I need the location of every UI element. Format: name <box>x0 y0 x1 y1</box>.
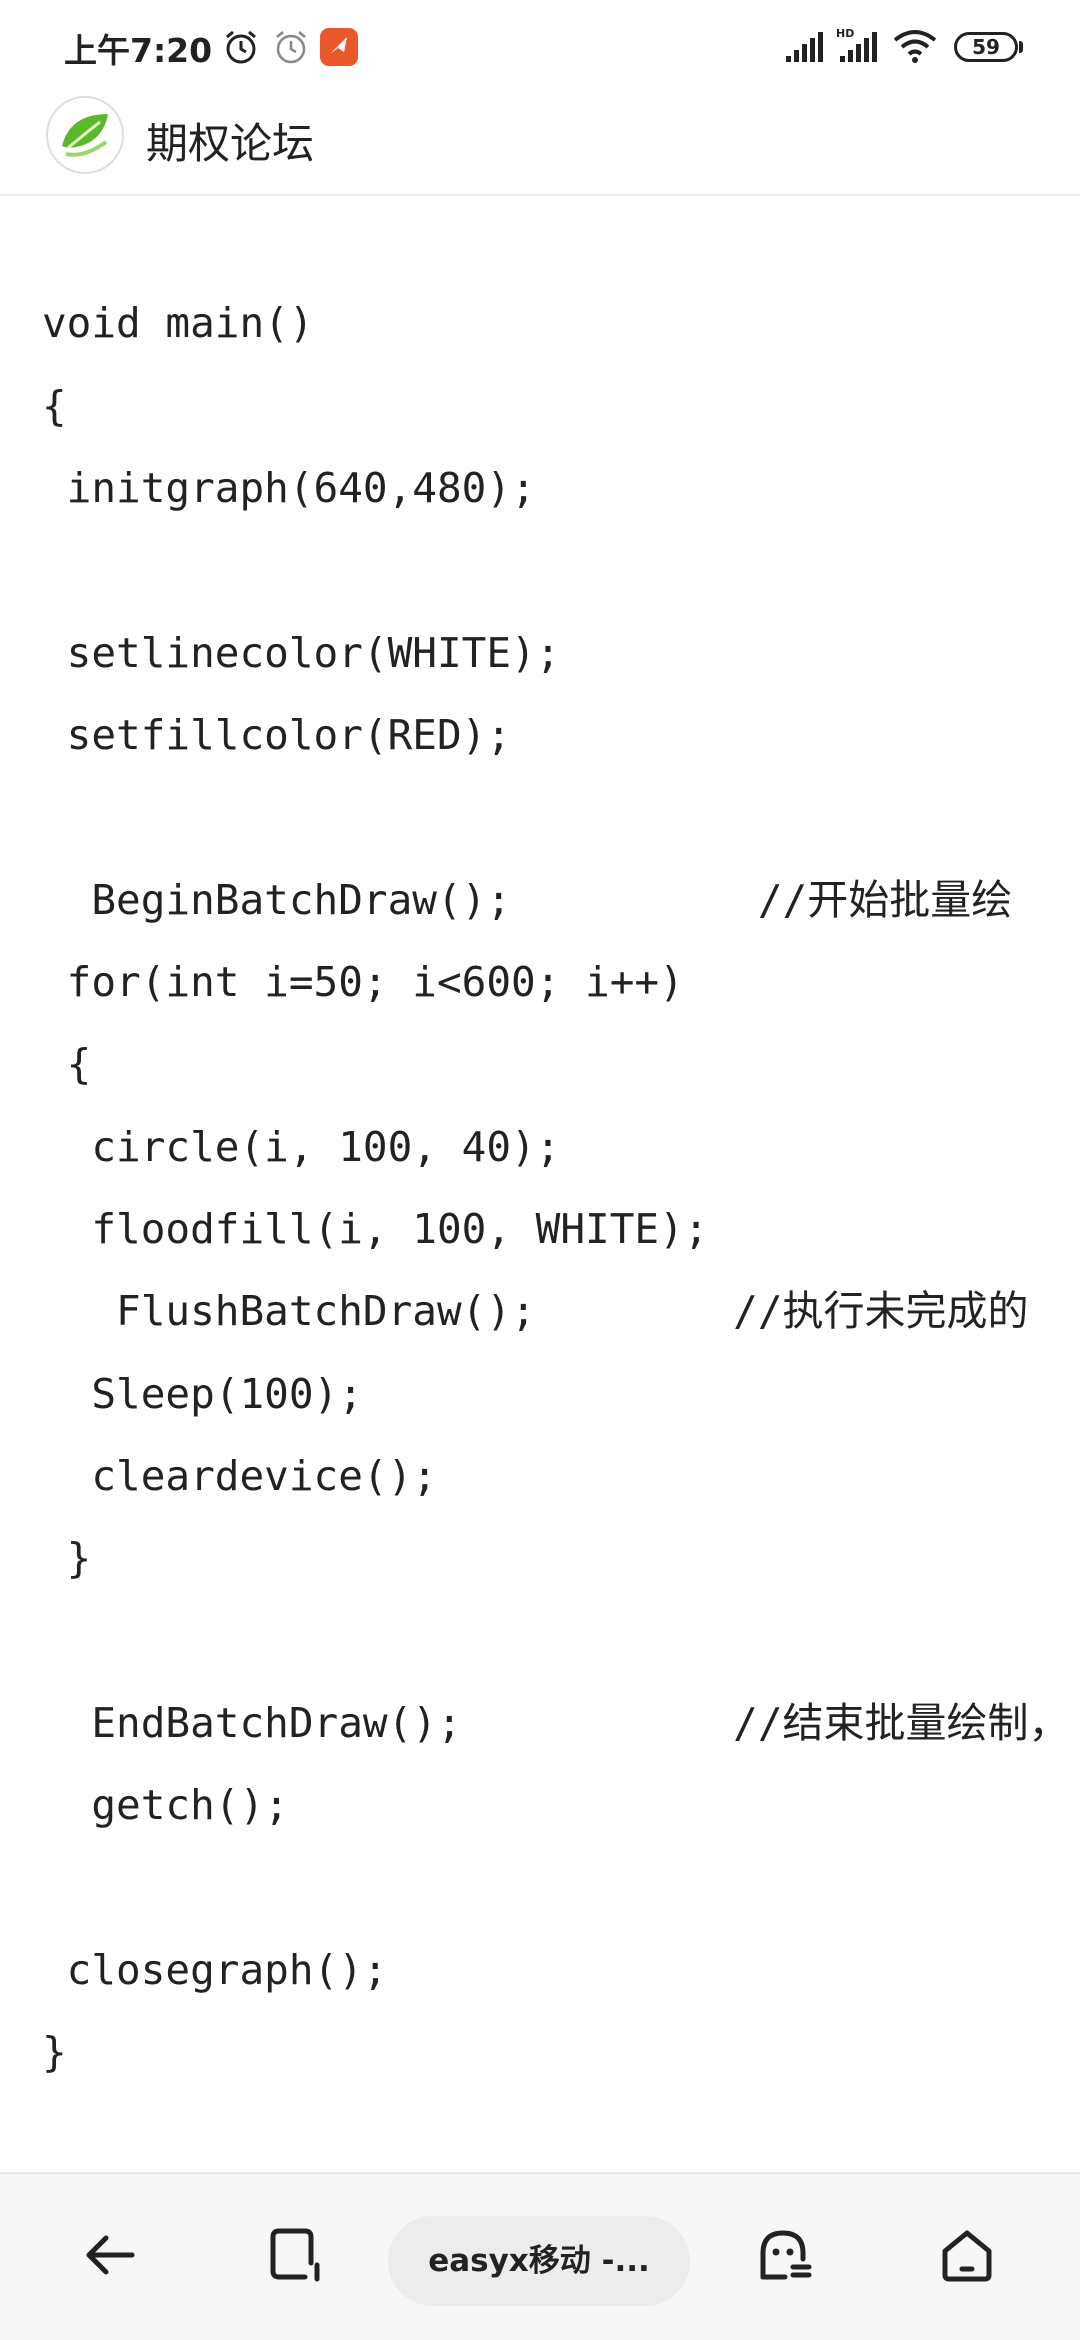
code-line: void main() <box>42 299 314 347</box>
signal-icon <box>784 30 824 68</box>
notification-app-icon <box>320 28 358 66</box>
tabs-button[interactable] <box>250 2210 340 2300</box>
code-line: setlinecolor(WHITE); <box>42 629 561 677</box>
alarm-clock-outline-icon <box>272 28 310 70</box>
code-line: for(int i=50; i<600; i++) <box>42 958 684 1006</box>
code-line: floodfill(i, 100, WHITE); <box>42 1205 709 1253</box>
code-line: FlushBatchDraw(); //执行未完成的 <box>42 1287 1029 1335</box>
assistant-button[interactable] <box>738 2210 828 2300</box>
wifi-icon <box>892 28 938 68</box>
back-arrow-icon <box>86 2235 135 2275</box>
bottom-nav-bar: easyx移动 -... <box>0 2172 1080 2340</box>
code-line: EndBatchDraw(); //结束批量绘制， <box>42 1699 1070 1747</box>
code-line: setfillcolor(RED); <box>42 711 511 759</box>
battery-tip <box>1019 41 1023 53</box>
status-time: 上午7:20 <box>64 31 213 70</box>
code-line: initgraph(640,480); <box>42 464 536 512</box>
svg-text:HD: HD <box>836 27 854 40</box>
code-line: { <box>42 382 67 430</box>
code-line: { <box>42 1040 92 1088</box>
code-line: } <box>42 1534 92 1582</box>
app-header: 期权论坛 <box>0 90 1080 196</box>
code-line: cleardevice(); <box>42 1452 437 1500</box>
green-leaf-logo-icon[interactable] <box>46 96 124 174</box>
code-line: } <box>42 2028 67 2076</box>
code-content: void main() { initgraph(640,480); setlin… <box>0 196 1080 2172</box>
battery-icon: 59 <box>954 32 1018 62</box>
hd-signal-icon: HD <box>836 26 880 68</box>
page-title: 期权论坛 <box>146 119 315 168</box>
code-line: getch(); <box>42 1781 289 1829</box>
code-line: circle(i, 100, 40); <box>42 1123 561 1171</box>
current-tab-pill[interactable]: easyx移动 -... <box>388 2216 690 2306</box>
back-button[interactable] <box>65 2210 155 2300</box>
assistant-face-icon <box>760 2230 812 2280</box>
code-line: BeginBatchDraw(); //开始批量绘 <box>42 876 1013 924</box>
alarm-icon <box>222 28 260 70</box>
home-button[interactable] <box>922 2210 1012 2300</box>
code-line: closegraph(); <box>42 1946 388 1994</box>
code-line: Sleep(100); <box>42 1370 363 1418</box>
home-icon <box>942 2230 992 2282</box>
status-bar: 上午7:20 HD 59 <box>0 0 1080 90</box>
tabs-icon <box>270 2228 320 2282</box>
